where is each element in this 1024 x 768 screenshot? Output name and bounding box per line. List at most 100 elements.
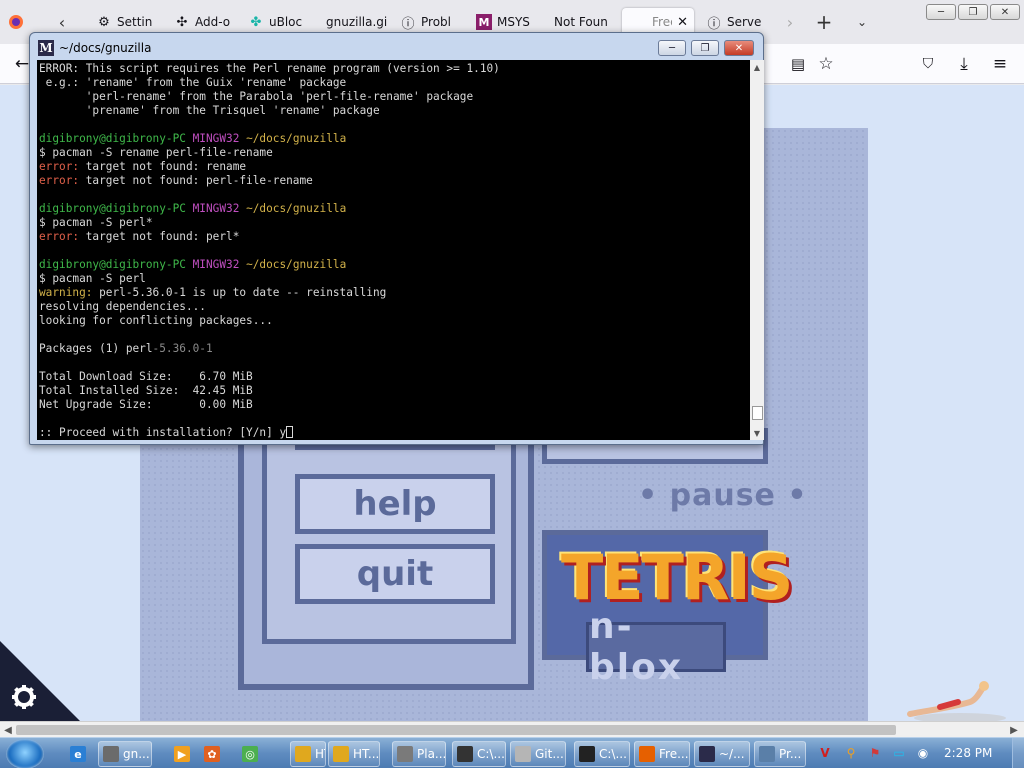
terminal-output[interactable]: ERROR: This script requires the Perl ren… [37, 60, 750, 440]
chrome-icon-taskbar[interactable]: ◎ [238, 741, 262, 767]
ie-taskbar-icon[interactable]: e [66, 741, 90, 767]
terminal-text: $ pacman -S perl* [39, 216, 153, 229]
terminal-text: ERROR: This script requires the Perl ren… [39, 62, 500, 75]
terminal-title: ~/docs/gnuzilla [59, 41, 152, 55]
new-tab-icon[interactable]: + [814, 10, 834, 34]
terminal-text: error: [39, 160, 80, 173]
downloads-icon[interactable]: ⤓ [952, 52, 976, 76]
show-desktop-button[interactable] [1012, 738, 1024, 768]
terminal-maximize-button[interactable]: ❐ [691, 40, 719, 56]
terminal-text: perl [125, 342, 153, 355]
tab-label: gnuzilla.gi [326, 15, 388, 29]
taskbar-clock[interactable]: 2:28 PM [944, 746, 992, 760]
tab-label: Free [652, 15, 672, 29]
taskbar-button[interactable]: Pr... [754, 741, 806, 767]
taskbar-button[interactable]: C:\... [452, 741, 506, 767]
terminal-text: MINGW32 [192, 202, 247, 215]
gear-icon: ⚙ [98, 14, 110, 30]
terminal-text: digibrony@digibrony-PC [39, 258, 193, 271]
taskbar-button[interactable]: ~/... [694, 741, 750, 767]
taskbar-app-icon [639, 746, 655, 762]
start-button[interactable] [6, 739, 44, 768]
search-tray-icon[interactable]: ⚲ [842, 744, 860, 762]
taskbar-button[interactable]: Git... [510, 741, 566, 767]
taskbar-app-icon [759, 746, 775, 762]
tab-label: Settin [117, 15, 153, 29]
info-icon: ⓘ [707, 16, 721, 32]
info-icon: ⓘ [401, 16, 415, 32]
volume-tray-icon[interactable]: ◉ [914, 744, 932, 762]
terminal-line: digibrony@digibrony-PC MINGW32 ~/docs/gn… [39, 202, 750, 216]
terminal-minimize-button[interactable]: ─ [658, 40, 686, 56]
flag-tray-icon[interactable]: ⚑ [866, 744, 884, 762]
taskbar-button-label: HT... [353, 747, 380, 761]
terminal-line: warning: perl-5.36.0-1 is up to date -- … [39, 286, 750, 300]
terminal-text: target not found: rename [79, 160, 247, 173]
msys-logo-icon: M [38, 40, 54, 56]
media-player-icon-taskbar[interactable]: ▶ [170, 741, 194, 767]
tab-label: Probl [421, 15, 451, 29]
terminal-close-button[interactable]: ✕ [724, 40, 754, 56]
bookmark-star-icon[interactable]: ☆ [814, 52, 838, 76]
puzzle-icon: ✣ [176, 14, 188, 30]
terminal-line: looking for conflicting packages... [39, 314, 750, 328]
quit-button[interactable]: quit [295, 544, 495, 604]
mintty-terminal-window[interactable]: M ~/docs/gnuzilla ─ ❐ ✕ ERROR: This scri… [29, 32, 764, 445]
app-icon-taskbar[interactable]: ✿ [200, 741, 224, 767]
terminal-text: warning: [39, 286, 93, 299]
display-tray-icon[interactable]: ▭ [890, 744, 908, 762]
terminal-text: -5.36.0-1 [152, 342, 213, 355]
terminal-line: Packages (1) perl-5.36.0-1 [39, 342, 750, 356]
terminal-scroll-thumb[interactable] [752, 406, 763, 420]
tab-scroll-right-icon[interactable]: › [780, 12, 800, 32]
reader-view-icon[interactable]: ▤ [786, 52, 810, 76]
terminal-titlebar[interactable]: M ~/docs/gnuzilla [38, 39, 151, 57]
taskbar-button-label: Pr... [779, 747, 802, 761]
pause-label[interactable]: • pause • [638, 478, 808, 513]
scroll-down-icon[interactable]: ▼ [750, 426, 764, 440]
terminal-line: e.g.: 'rename' from the Guix 'rename' pa… [39, 76, 750, 90]
scroll-right-icon[interactable]: ▶ [1006, 723, 1022, 737]
help-button[interactable]: help [295, 474, 495, 534]
terminal-text: 'perl-rename' from the Parabola 'perl-fi… [39, 90, 474, 103]
list-tabs-icon[interactable]: ⌄ [852, 12, 872, 32]
terminal-line: ERROR: This script requires the Perl ren… [39, 62, 750, 76]
tetris-logo-subtitle: n-blox [586, 606, 726, 688]
pocket-icon[interactable]: ⛉ [916, 52, 940, 76]
taskbar-button[interactable]: Fre... [634, 741, 690, 767]
scroll-left-icon[interactable]: ◀ [0, 723, 16, 737]
minimize-window-button[interactable]: ─ [926, 4, 956, 20]
terminal-line: error: target not found: rename [39, 160, 750, 174]
close-window-button[interactable]: ✕ [990, 4, 1020, 20]
settings-corner[interactable] [0, 641, 80, 721]
tab-label: MSYS [497, 15, 530, 29]
terminal-line: error: target not found: perl* [39, 230, 750, 244]
taskbar-button[interactable]: gn... [98, 741, 152, 767]
taskbar-button[interactable]: HT... [328, 741, 380, 767]
horizontal-scrollbar[interactable]: ◀ ▶ [0, 721, 1024, 737]
msys-icon: M [476, 14, 492, 30]
taskbar-button[interactable]: Pla... [392, 741, 446, 767]
terminal-text: Packages (1) [39, 342, 126, 355]
tab-scroll-left-icon[interactable]: ‹ [52, 12, 72, 32]
close-tab-icon[interactable]: ✕ [677, 15, 688, 30]
terminal-line: 'prename' from the Trisquel 'rename' pac… [39, 104, 750, 118]
game-menu-inner: help quit [262, 424, 516, 644]
horizontal-scroll-thumb[interactable] [16, 725, 896, 735]
hamburger-menu-icon[interactable]: ≡ [988, 52, 1012, 76]
tab-label: Not Foun [554, 15, 608, 29]
terminal-text: Net Upgrade Size: 0.00 MiB [39, 398, 253, 411]
terminal-text: $ pacman -S perl [39, 272, 146, 285]
vivaldi-tray-icon[interactable]: V [816, 744, 834, 762]
taskbar-button[interactable]: HT... [290, 741, 326, 767]
maximize-window-button[interactable]: ❐ [958, 4, 988, 20]
terminal-text: MINGW32 [192, 258, 247, 271]
taskbar-button[interactable]: C:\... [574, 741, 630, 767]
tab-label: Server [727, 15, 762, 29]
terminal-line: 'perl-rename' from the Parabola 'perl-fi… [39, 90, 750, 104]
chrome-icon: ◎ [242, 746, 258, 762]
terminal-line: digibrony@digibrony-PC MINGW32 ~/docs/gn… [39, 132, 750, 146]
scroll-up-icon[interactable]: ▲ [750, 60, 764, 74]
terminal-scrollbar[interactable]: ▲ ▼ [750, 60, 764, 440]
